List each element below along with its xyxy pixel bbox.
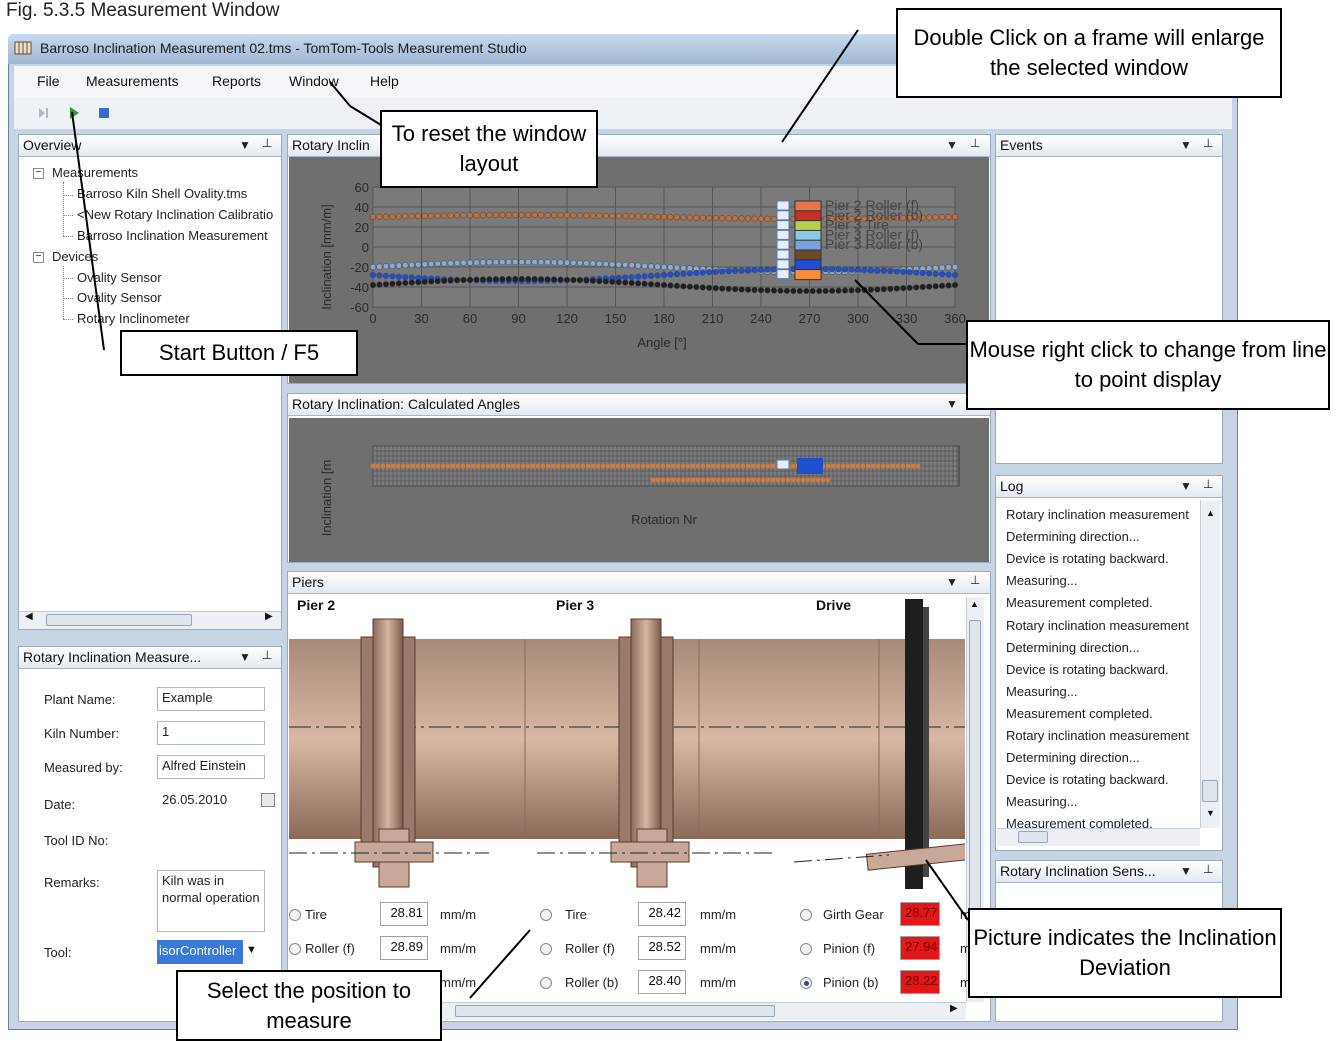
callout-double-click: Double Click on a frame will enlarge the…: [896, 8, 1282, 98]
callout-reset-layout: To reset the window layout: [380, 110, 598, 188]
callout-start-button: Start Button / F5: [120, 330, 358, 376]
callout-right-click: Mouse right click to change from line to…: [966, 320, 1330, 410]
callout-arrows: [71, 29, 969, 999]
callout-picture-indicates: Picture indicates the Inclination Deviat…: [968, 908, 1282, 998]
callout-select-position: Select the position to measure: [176, 970, 442, 1041]
